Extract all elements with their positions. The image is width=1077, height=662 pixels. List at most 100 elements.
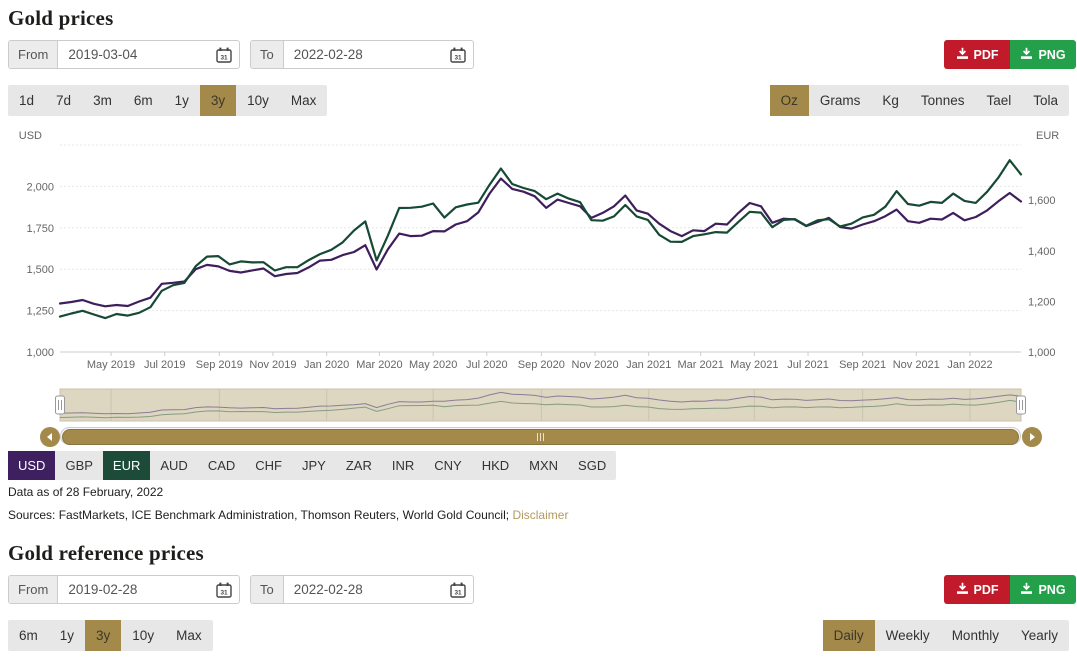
grip-icon — [540, 433, 541, 441]
range-button-7d[interactable]: 7d — [45, 85, 82, 116]
eur-tick-label: 1,400 — [1028, 246, 1056, 258]
unit-button-tonnes[interactable]: Tonnes — [910, 85, 976, 116]
x-tick-label: Nov 2020 — [572, 359, 619, 371]
gold-prices-page: Gold prices From 31 To 31 PDF PNG 1d7d3m… — [0, 0, 1077, 662]
currency-button-eur[interactable]: EUR — [103, 451, 150, 480]
from-date-input[interactable] — [58, 41, 209, 68]
ref-from-date-group: From 31 — [8, 575, 240, 604]
currency-button-mxn[interactable]: MXN — [519, 451, 568, 480]
x-tick-label: Jul 2021 — [787, 359, 829, 371]
frequency-button-daily[interactable]: Daily — [823, 620, 875, 651]
to-date-group: To 31 — [250, 40, 474, 69]
ref-range-button-3y[interactable]: 3y — [85, 620, 121, 651]
ref-range-button-6m[interactable]: 6m — [8, 620, 49, 651]
to-label: To — [251, 41, 284, 68]
frequency-button-yearly[interactable]: Yearly — [1010, 620, 1069, 651]
ref-range-button-10y[interactable]: 10y — [121, 620, 165, 651]
ref-png-download-button[interactable]: PNG — [1010, 575, 1076, 604]
eur-tick-label: 1,600 — [1028, 195, 1056, 207]
unit-button-kg[interactable]: Kg — [871, 85, 910, 116]
navigator-background[interactable] — [60, 389, 1021, 421]
ref-from-date-input[interactable] — [58, 576, 209, 603]
from-date-group: From 31 — [8, 40, 240, 69]
frequency-selector: DailyWeeklyMonthlyYearly — [823, 620, 1069, 651]
usd-tick-label: 1,500 — [26, 264, 54, 276]
ref-to-date-input[interactable] — [284, 576, 443, 603]
scrollbar-right-arrow[interactable] — [1022, 427, 1042, 447]
to-label: To — [251, 576, 284, 603]
range-button-10y[interactable]: 10y — [236, 85, 280, 116]
ref-to-date-group: To 31 — [250, 575, 474, 604]
x-tick-label: Mar 2021 — [677, 359, 723, 371]
currency-button-zar[interactable]: ZAR — [336, 451, 382, 480]
section-title-gold-reference-prices: Gold reference prices — [8, 541, 204, 566]
unit-button-oz[interactable]: Oz — [770, 85, 809, 116]
eur-tick-label: 1,000 — [1028, 347, 1056, 359]
series-line-usd[interactable] — [60, 179, 1021, 307]
download-icon — [1020, 582, 1033, 598]
range-button-1d[interactable]: 1d — [8, 85, 45, 116]
scrollbar-left-arrow[interactable] — [40, 427, 60, 447]
ref-range-button-max[interactable]: Max — [165, 620, 213, 651]
from-label: From — [9, 576, 58, 603]
calendar-icon[interactable]: 31 — [209, 41, 239, 68]
currency-button-gbp[interactable]: GBP — [55, 451, 102, 480]
sources-line: Sources: FastMarkets, ICE Benchmark Admi… — [8, 508, 568, 522]
pdf-download-button[interactable]: PDF — [944, 40, 1010, 69]
range-button-3y[interactable]: 3y — [200, 85, 236, 116]
download-icon — [956, 47, 969, 63]
calendar-icon[interactable]: 31 — [443, 41, 473, 68]
currency-button-cny[interactable]: CNY — [424, 451, 471, 480]
frequency-button-monthly[interactable]: Monthly — [941, 620, 1010, 651]
data-as-of-text: Data as of 28 February, 2022 — [8, 485, 163, 499]
currency-selector: USDGBPEURAUDCADCHFJPYZARINRCNYHKDMXNSGD — [8, 451, 616, 480]
unit-button-tael[interactable]: Tael — [975, 85, 1022, 116]
x-tick-label: May 2021 — [730, 359, 778, 371]
sources-text: Sources: FastMarkets, ICE Benchmark Admi… — [8, 508, 509, 522]
series-line-eur[interactable] — [60, 160, 1021, 318]
calendar-icon[interactable]: 31 — [443, 576, 473, 603]
range-button-6m[interactable]: 6m — [123, 85, 164, 116]
download-icon — [956, 582, 969, 598]
x-tick-label: Mar 2020 — [356, 359, 402, 371]
x-tick-label: Nov 2019 — [249, 359, 296, 371]
from-label: From — [9, 41, 58, 68]
currency-button-chf[interactable]: CHF — [245, 451, 292, 480]
frequency-button-weekly[interactable]: Weekly — [875, 620, 941, 651]
scrollbar-track[interactable] — [60, 427, 1021, 445]
x-tick-label: Jan 2021 — [626, 359, 671, 371]
usd-tick-label: 1,750 — [26, 223, 54, 235]
disclaimer-link[interactable]: Disclaimer — [512, 508, 568, 522]
ref-range-button-1y[interactable]: 1y — [49, 620, 85, 651]
currency-button-hkd[interactable]: HKD — [472, 451, 519, 480]
x-tick-label: Jan 2020 — [304, 359, 349, 371]
navigator-left-handle[interactable] — [56, 396, 65, 414]
to-date-input[interactable] — [284, 41, 443, 68]
usd-tick-label: 2,000 — [26, 181, 54, 193]
navigator-right-handle[interactable] — [1017, 396, 1026, 414]
x-tick-label: Jul 2019 — [144, 359, 186, 371]
eur-tick-label: 1,200 — [1028, 296, 1056, 308]
unit-button-grams[interactable]: Grams — [809, 85, 872, 116]
svg-text:31: 31 — [220, 54, 228, 61]
usd-axis-title: USD — [19, 130, 42, 142]
currency-button-usd[interactable]: USD — [8, 451, 55, 480]
left-triangle-icon — [47, 433, 52, 441]
currency-button-inr[interactable]: INR — [382, 451, 424, 480]
range-button-max[interactable]: Max — [280, 85, 328, 116]
chart-navigator[interactable] — [0, 386, 1077, 426]
x-tick-label: Sep 2020 — [518, 359, 565, 371]
svg-text:31: 31 — [220, 589, 228, 596]
scrollbar-thumb[interactable] — [62, 429, 1019, 445]
section-title-gold-prices: Gold prices — [8, 6, 113, 31]
currency-button-cad[interactable]: CAD — [198, 451, 245, 480]
ref-pdf-download-button[interactable]: PDF — [944, 575, 1010, 604]
currency-button-aud[interactable]: AUD — [150, 451, 197, 480]
range-button-1y[interactable]: 1y — [164, 85, 200, 116]
png-download-button[interactable]: PNG — [1010, 40, 1076, 69]
range-button-3m[interactable]: 3m — [82, 85, 123, 116]
currency-button-sgd[interactable]: SGD — [568, 451, 616, 480]
unit-button-tola[interactable]: Tola — [1022, 85, 1069, 116]
calendar-icon[interactable]: 31 — [209, 576, 239, 603]
currency-button-jpy[interactable]: JPY — [292, 451, 336, 480]
